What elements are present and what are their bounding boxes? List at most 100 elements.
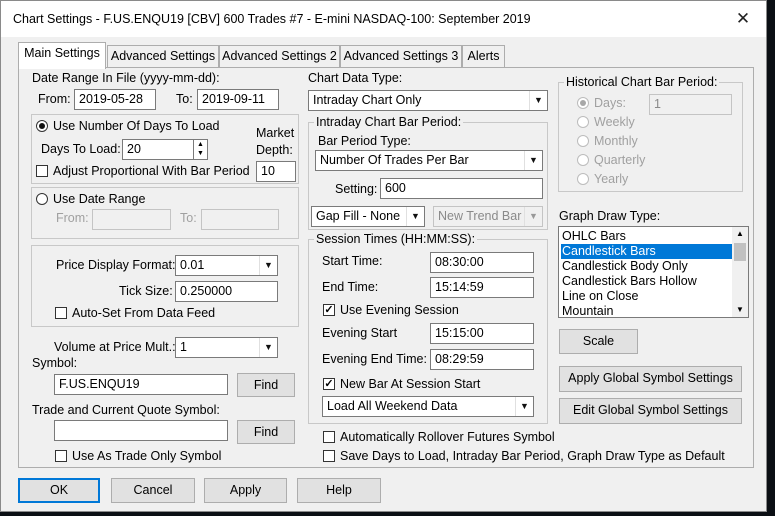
price-format-value: 0.01	[180, 258, 205, 272]
chart-data-type-select[interactable]: Intraday Chart Only ▼	[308, 90, 548, 111]
weekly-radio[interactable]	[577, 116, 589, 128]
monthly-radio[interactable]	[577, 135, 589, 147]
new-trend-bar-select[interactable]: New Trend Bar W ▼	[433, 206, 543, 227]
cancel-button[interactable]: Cancel	[111, 478, 195, 503]
list-item[interactable]: Candlestick Bars Hollow	[561, 274, 733, 289]
intraday-group-title: Intraday Chart Bar Period:	[314, 115, 464, 129]
graph-draw-type-label: Graph Draw Type:	[559, 209, 661, 223]
tick-size-field[interactable]: 0.250000	[175, 281, 278, 302]
gap-fill-value: Gap Fill - None	[316, 209, 401, 223]
chart-data-type-value: Intraday Chart Only	[313, 93, 422, 107]
tick-size-label: Tick Size:	[119, 284, 173, 298]
symbol-label: Symbol:	[32, 356, 78, 370]
save-default-checkbox[interactable]	[323, 450, 335, 462]
weekend-data-select[interactable]: Load All Weekend Data ▼	[322, 396, 534, 417]
tab-alerts[interactable]: Alerts	[462, 45, 505, 68]
trade-only-label: Use As Trade Only Symbol	[72, 449, 222, 463]
from-label: From:	[38, 92, 71, 106]
volume-mult-label: Volume at Price Mult.:	[54, 340, 176, 354]
volume-mult-select[interactable]: 1 ▼	[175, 337, 278, 358]
to-label: To:	[176, 92, 193, 106]
setting-field[interactable]: 600	[380, 178, 543, 199]
close-icon[interactable]: ✕	[720, 1, 766, 37]
chart-settings-dialog: Chart Settings - F.US.ENQU19 [CBV] 600 T…	[0, 0, 767, 512]
trade-symbol-label: Trade and Current Quote Symbol:	[32, 403, 220, 417]
auto-set-checkbox[interactable]	[55, 307, 67, 319]
start-time-field[interactable]: 08:30:00	[430, 252, 534, 273]
apply-global-symbol-button[interactable]: Apply Global Symbol Settings	[559, 366, 742, 392]
graph-draw-type-list[interactable]: OHLC Bars Candlestick Bars Candlestick B…	[558, 226, 749, 318]
scroll-thumb[interactable]	[734, 243, 746, 261]
days-to-load-field[interactable]: 20	[122, 139, 194, 160]
trade-symbol-field[interactable]	[54, 420, 228, 441]
yearly-radio[interactable]	[577, 173, 589, 185]
use-date-range-radio[interactable]	[36, 193, 48, 205]
days-spinner[interactable]: ▲ ▼	[194, 139, 208, 160]
scroll-up-icon[interactable]: ▲	[732, 227, 748, 241]
list-item[interactable]: Mountain	[561, 304, 733, 317]
bar-period-type-select[interactable]: Number Of Trades Per Bar ▼	[315, 150, 543, 171]
session-group-title: Session Times (HH:MM:SS):	[314, 232, 478, 246]
range-from-label: From:	[56, 211, 89, 225]
weekly-option-label: Weekly	[594, 115, 635, 129]
list-item-selected[interactable]: Candlestick Bars	[561, 244, 733, 259]
scroll-down-icon[interactable]: ▼	[732, 303, 748, 317]
market-depth-field[interactable]: 10	[256, 161, 296, 182]
gap-fill-select[interactable]: Gap Fill - None ▼	[311, 206, 425, 227]
adjust-proportional-label: Adjust Proportional With Bar Period	[53, 164, 250, 178]
list-item[interactable]: Candlestick Body Only	[561, 259, 733, 274]
to-date-field[interactable]: 2019-09-11	[197, 89, 279, 110]
title-bar: Chart Settings - F.US.ENQU19 [CBV] 600 T…	[1, 1, 766, 37]
chevron-down-icon: ▼	[259, 338, 277, 357]
tab-main-settings[interactable]: Main Settings	[18, 42, 106, 69]
quarterly-radio[interactable]	[577, 154, 589, 166]
bar-period-type-label: Bar Period Type:	[318, 134, 411, 148]
chevron-down-icon: ▼	[406, 207, 424, 226]
evening-start-label: Evening Start	[322, 326, 398, 340]
chevron-down-icon: ▼	[259, 256, 277, 275]
chevron-down-icon: ▼	[529, 91, 547, 110]
symbol-field[interactable]: F.US.ENQU19	[54, 374, 228, 395]
scale-button[interactable]: Scale	[559, 329, 638, 354]
tab-advanced-settings-2[interactable]: Advanced Settings 2	[219, 45, 340, 68]
bar-period-type-value: Number Of Trades Per Bar	[320, 153, 469, 167]
background-chart	[767, 0, 775, 516]
evening-session-checkbox[interactable]: ✓	[323, 304, 335, 316]
monthly-option-label: Monthly	[594, 134, 638, 148]
trade-only-checkbox[interactable]	[55, 450, 67, 462]
historical-days-field[interactable]: 1	[649, 94, 732, 115]
use-days-label: Use Number Of Days To Load	[53, 119, 220, 133]
price-format-select[interactable]: 0.01 ▼	[175, 255, 278, 276]
list-item[interactable]: Line on Close	[561, 289, 733, 304]
days-radio[interactable]	[577, 97, 589, 109]
from-date-field[interactable]: 2019-05-28	[74, 89, 156, 110]
adjust-proportional-checkbox[interactable]	[36, 165, 48, 177]
tab-advanced-settings[interactable]: Advanced Settings	[107, 45, 219, 68]
range-to-label: To:	[180, 211, 197, 225]
quarterly-option-label: Quarterly	[594, 153, 646, 167]
range-to-field[interactable]	[201, 209, 279, 230]
price-format-label: Price Display Format:	[56, 258, 176, 272]
tab-advanced-settings-3[interactable]: Advanced Settings 3	[340, 45, 462, 68]
help-button[interactable]: Help	[297, 478, 381, 503]
ok-button[interactable]: OK	[18, 478, 100, 503]
range-from-field[interactable]	[92, 209, 171, 230]
chevron-down-icon: ▼	[524, 151, 542, 170]
start-time-label: Start Time:	[322, 254, 383, 268]
apply-button[interactable]: Apply	[204, 478, 287, 503]
historical-group-title: Historical Chart Bar Period:	[564, 75, 720, 89]
trade-symbol-find-button[interactable]: Find	[237, 420, 295, 444]
evening-end-field[interactable]: 08:29:59	[430, 349, 534, 370]
end-time-field[interactable]: 15:14:59	[430, 277, 534, 298]
rollover-checkbox[interactable]	[323, 431, 335, 443]
list-scrollbar[interactable]: ▲ ▼	[732, 227, 748, 317]
setting-label: Setting:	[335, 182, 378, 196]
chart-data-type-label: Chart Data Type:	[308, 71, 403, 85]
symbol-find-button[interactable]: Find	[237, 373, 295, 397]
list-item[interactable]: OHLC Bars	[561, 229, 733, 244]
edit-global-symbol-button[interactable]: Edit Global Symbol Settings	[559, 398, 742, 424]
use-days-radio[interactable]	[36, 120, 48, 132]
new-bar-checkbox[interactable]: ✓	[323, 378, 335, 390]
volume-mult-value: 1	[180, 340, 187, 354]
evening-start-field[interactable]: 15:15:00	[430, 323, 534, 344]
